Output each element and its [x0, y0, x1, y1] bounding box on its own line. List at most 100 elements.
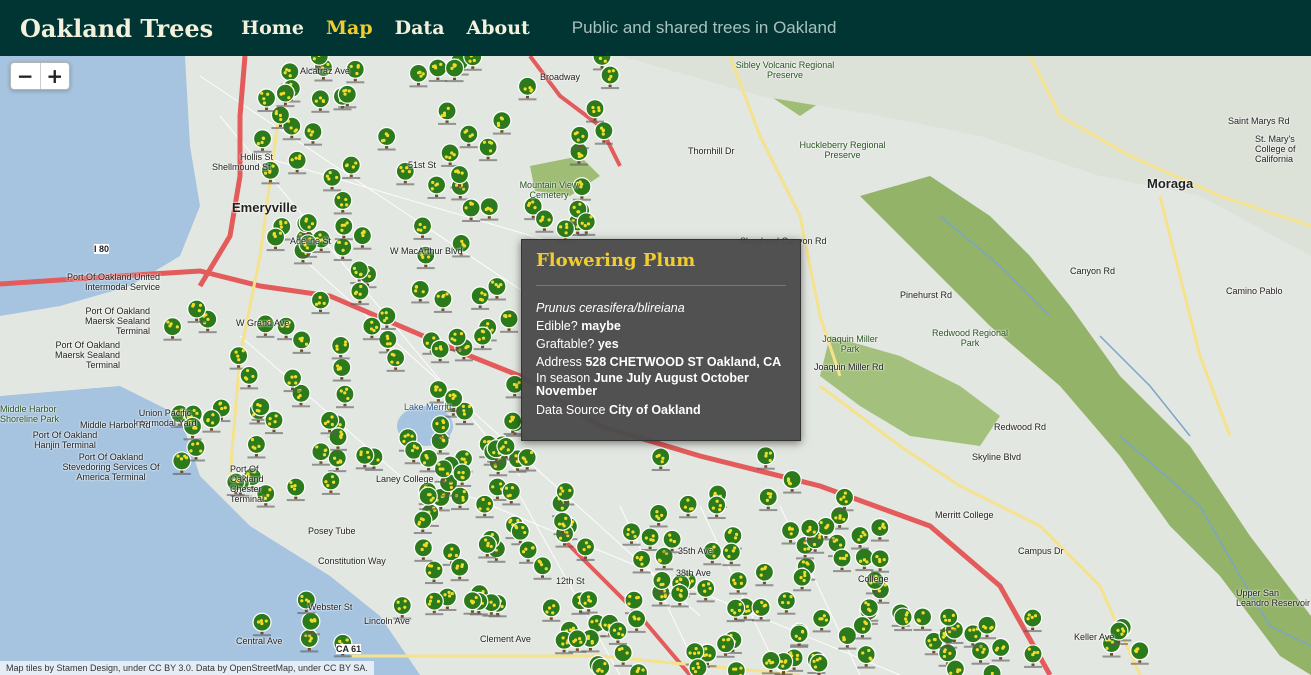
- tree-marker-icon[interactable]: [426, 175, 447, 199]
- tree-marker-icon[interactable]: [333, 190, 353, 215]
- tree-marker-icon[interactable]: [991, 637, 1011, 662]
- zoom-in-button[interactable]: +: [39, 63, 70, 89]
- tree-marker-icon[interactable]: [328, 427, 348, 451]
- tree-marker-icon[interactable]: [310, 290, 331, 315]
- tree-marker-icon[interactable]: [608, 621, 628, 645]
- tree-marker-icon[interactable]: [726, 598, 746, 623]
- tree-marker-icon[interactable]: [893, 607, 913, 632]
- tree-marker-icon[interactable]: [461, 198, 481, 223]
- tree-marker-icon[interactable]: [517, 76, 538, 101]
- tree-marker-icon[interactable]: [594, 121, 614, 145]
- tree-marker-icon[interactable]: [758, 487, 778, 512]
- tree-marker-icon[interactable]: [782, 469, 802, 494]
- tree-marker-icon[interactable]: [716, 634, 736, 658]
- tree-marker-icon[interactable]: [252, 612, 272, 637]
- tree-marker-icon[interactable]: [410, 279, 430, 304]
- map-attribution[interactable]: Map tiles by Stamen Design, under CC BY …: [0, 661, 374, 675]
- tree-marker-icon[interactable]: [649, 503, 669, 528]
- tree-marker-icon[interactable]: [613, 643, 633, 667]
- tree-marker-icon[interactable]: [201, 409, 222, 433]
- tree-marker-icon[interactable]: [331, 335, 351, 360]
- tree-marker-icon[interactable]: [327, 448, 347, 473]
- tree-marker-icon[interactable]: [377, 126, 397, 151]
- tree-marker-icon[interactable]: [640, 527, 660, 552]
- tree-marker-icon[interactable]: [424, 560, 444, 585]
- tree-marker-icon[interactable]: [982, 663, 1002, 675]
- tree-marker-icon[interactable]: [1130, 641, 1150, 665]
- tree-marker-icon[interactable]: [632, 549, 652, 574]
- tree-marker-icon[interactable]: [252, 129, 273, 153]
- tree-marker-icon[interactable]: [350, 281, 370, 306]
- tree-marker-icon[interactable]: [275, 83, 295, 108]
- tree-marker-icon[interactable]: [322, 167, 342, 192]
- tree-marker-icon[interactable]: [492, 110, 512, 135]
- map-canvas[interactable]: Emeryville Moraga Sibley Volcanic Region…: [0, 56, 1311, 675]
- tree-marker-icon[interactable]: [265, 227, 286, 252]
- tree-marker-icon[interactable]: [870, 518, 890, 542]
- tree-marker-icon[interactable]: [334, 216, 354, 241]
- tree-marker-icon[interactable]: [576, 212, 596, 236]
- tree-marker-icon[interactable]: [726, 661, 746, 675]
- tree-marker-icon[interactable]: [517, 447, 537, 472]
- tree-marker-icon[interactable]: [299, 628, 319, 653]
- tree-marker-icon[interactable]: [756, 446, 776, 470]
- tree-marker-icon[interactable]: [812, 608, 832, 633]
- tree-marker-icon[interactable]: [229, 346, 249, 370]
- tree-marker-icon[interactable]: [575, 537, 596, 561]
- tree-marker-icon[interactable]: [1023, 644, 1043, 668]
- tree-marker-icon[interactable]: [430, 339, 450, 364]
- tree-marker-icon[interactable]: [321, 471, 341, 495]
- brand-logo[interactable]: Oakland Trees: [20, 14, 213, 43]
- tree-marker-icon[interactable]: [333, 237, 353, 262]
- tree-marker-icon[interactable]: [518, 540, 538, 564]
- tree-marker-icon[interactable]: [172, 451, 192, 475]
- tree-marker-icon[interactable]: [654, 546, 674, 571]
- tree-marker-icon[interactable]: [459, 124, 479, 149]
- tree-marker-icon[interactable]: [475, 494, 495, 519]
- tree-marker-icon[interactable]: [311, 442, 331, 466]
- tree-marker-icon[interactable]: [335, 384, 355, 409]
- tree-marker-icon[interactable]: [287, 150, 307, 175]
- tree-marker-icon[interactable]: [761, 650, 781, 675]
- tree-marker-icon[interactable]: [246, 434, 267, 459]
- tree-marker-icon[interactable]: [499, 309, 519, 333]
- tree-marker-icon[interactable]: [1023, 608, 1043, 633]
- tree-marker-icon[interactable]: [310, 89, 330, 113]
- tree-marker-icon[interactable]: [707, 495, 727, 520]
- tree-marker-icon[interactable]: [728, 571, 748, 595]
- tree-marker-icon[interactable]: [472, 326, 493, 351]
- tree-marker-icon[interactable]: [386, 348, 406, 372]
- nav-home-link[interactable]: Home: [241, 17, 304, 39]
- tree-marker-icon[interactable]: [567, 629, 587, 653]
- tree-marker-icon[interactable]: [303, 122, 323, 146]
- tree-marker-icon[interactable]: [651, 447, 671, 472]
- tree-marker-icon[interactable]: [413, 510, 433, 534]
- tree-marker-icon[interactable]: [291, 330, 312, 354]
- tree-marker-icon[interactable]: [585, 99, 605, 123]
- tree-marker-icon[interactable]: [721, 542, 741, 567]
- tree-marker-icon[interactable]: [678, 494, 698, 519]
- tree-marker-icon[interactable]: [413, 538, 433, 562]
- tree-marker-icon[interactable]: [450, 557, 470, 582]
- tree-marker-icon[interactable]: [479, 197, 499, 221]
- tree-marker-icon[interactable]: [541, 598, 561, 622]
- tree-marker-icon[interactable]: [428, 58, 448, 82]
- tree-marker-icon[interactable]: [754, 562, 775, 587]
- tree-marker-icon[interactable]: [792, 567, 812, 592]
- tree-marker-icon[interactable]: [670, 583, 690, 608]
- tree-marker-icon[interactable]: [850, 525, 870, 550]
- tree-marker-icon[interactable]: [501, 481, 521, 506]
- tree-marker-icon[interactable]: [256, 88, 277, 113]
- tree-marker-icon[interactable]: [291, 383, 311, 408]
- tree-marker-icon[interactable]: [264, 410, 284, 435]
- tree-marker-icon[interactable]: [352, 226, 372, 250]
- tree-marker-icon[interactable]: [470, 286, 490, 310]
- tree-marker-icon[interactable]: [408, 63, 429, 88]
- tree-marker-icon[interactable]: [600, 65, 620, 90]
- tree-marker-icon[interactable]: [627, 609, 647, 633]
- tree-marker-icon[interactable]: [478, 137, 498, 162]
- tree-marker-icon[interactable]: [870, 549, 890, 573]
- tree-marker-icon[interactable]: [688, 658, 708, 675]
- tree-marker-icon[interactable]: [412, 216, 433, 240]
- tree-marker-icon[interactable]: [751, 597, 771, 622]
